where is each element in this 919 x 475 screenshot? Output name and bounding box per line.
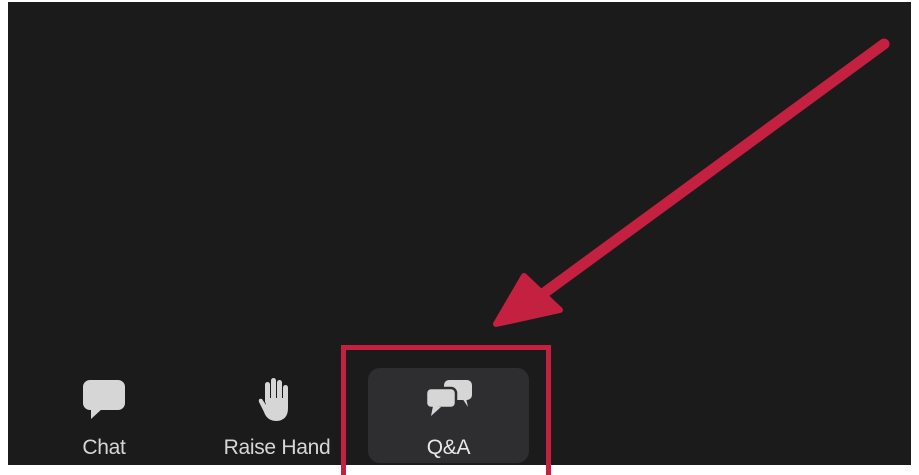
- screenshot-frame: Chat Raise Hand Q&A: [0, 0, 919, 475]
- qa-bubbles-icon: [424, 378, 474, 423]
- qa-button[interactable]: Q&A: [368, 368, 529, 463]
- raise-hand-button[interactable]: Raise Hand: [210, 368, 344, 463]
- raise-hand-label: Raise Hand: [223, 436, 331, 459]
- chat-button[interactable]: Chat: [58, 368, 150, 463]
- chat-label: Chat: [82, 436, 126, 459]
- chat-bubble-icon: [81, 378, 127, 425]
- qa-label: Q&A: [426, 436, 471, 459]
- raised-hand-icon: [257, 378, 297, 427]
